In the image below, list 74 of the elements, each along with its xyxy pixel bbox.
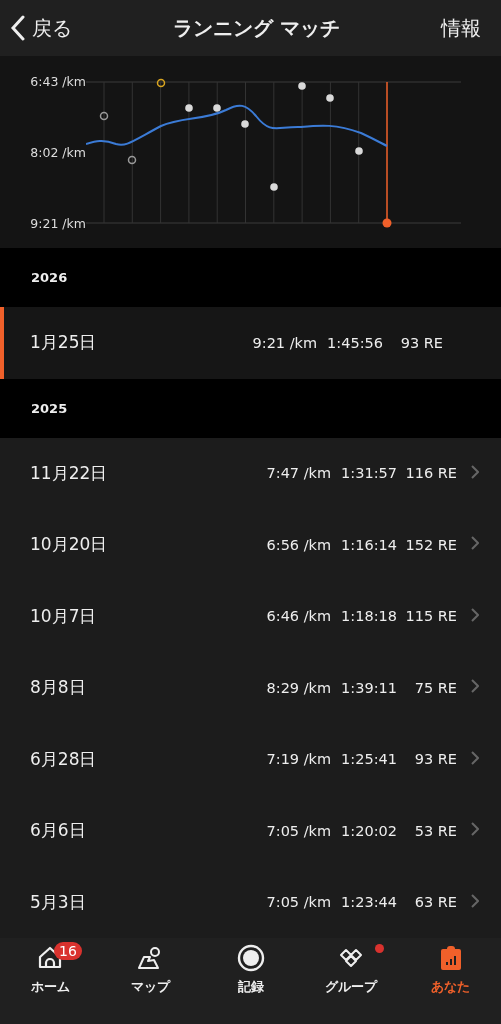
run-pace: 9:21 /km [252, 334, 318, 351]
run-time: 1:16:14 [341, 536, 397, 553]
run-date: 1月25日 [30, 331, 98, 355]
tab-button[interactable]: 16 ホーム [0, 944, 101, 1024]
chevron-icon [471, 822, 479, 837]
run-pace: 8:29 /km [266, 679, 332, 696]
run-time: 1:45:56 [327, 334, 383, 351]
chevron-icon [471, 893, 479, 908]
run-date: 10月20日 [30, 533, 109, 557]
tab-button[interactable]: 記録 [200, 944, 301, 1024]
run-score: 115 RE [404, 608, 457, 625]
info-link[interactable]: 情報 [441, 14, 481, 42]
data-point [241, 120, 249, 128]
screen-title: ランニング マッチ [172, 14, 341, 42]
run-row[interactable]: 6月6日 7:05 /km 1:20:02 53 RE [0, 795, 501, 867]
chevron-icon [471, 750, 479, 765]
run-row[interactable]: 8月8日 8:29 /km 1:39:11 75 RE [0, 652, 501, 724]
run-score: 93 RE [399, 334, 443, 351]
run-row[interactable]: 10月7日 6:46 /km 1:18:18 115 RE [0, 580, 501, 652]
data-point [270, 183, 278, 191]
chevron-icon [471, 607, 479, 622]
run-date: 5月3日 [30, 890, 87, 914]
run-time: 1:20:02 [341, 822, 397, 839]
run-pace: 7:05 /km [266, 822, 332, 839]
run-score: 75 RE [413, 679, 457, 696]
data-point [185, 104, 193, 112]
data-point [156, 78, 166, 88]
run-pace: 6:46 /km [266, 608, 332, 625]
y-axis-label: 6:43 /km [30, 74, 86, 89]
run-date: 8月8日 [30, 676, 87, 700]
notification-badge: 16 [54, 942, 82, 960]
tab-button[interactable]: あなた [400, 944, 501, 1024]
back-icon [10, 15, 26, 41]
data-point [326, 94, 334, 102]
run-row[interactable]: 1月25日 9:21 /km 1:45:56 93 RE [0, 307, 501, 379]
year-header: 2026 [31, 270, 68, 285]
data-point [355, 147, 363, 155]
run-time: 1:23:44 [341, 894, 397, 911]
chevron-icon [471, 679, 479, 694]
run-date: 6月6日 [30, 819, 87, 843]
year-header: 2025 [31, 400, 68, 416]
data-point [99, 111, 109, 121]
run-row[interactable]: 6月28日 7:19 /km 1:25:41 93 RE [0, 723, 501, 795]
run-date: 6月28日 [30, 747, 98, 771]
data-point [298, 82, 306, 90]
run-pace: 7:19 /km [266, 751, 332, 768]
run-time: 1:18:18 [341, 608, 397, 625]
run-score: 63 RE [413, 894, 457, 911]
run-pace: 7:05 /km [266, 894, 332, 911]
run-score: 53 RE [413, 822, 457, 839]
data-point [127, 155, 137, 165]
chevron-icon [471, 464, 479, 479]
run-row[interactable]: 11月22日 7:47 /km 1:31:57 116 RE [0, 437, 501, 509]
data-point [213, 104, 221, 112]
run-score: 93 RE [413, 751, 457, 768]
run-date: 11月22日 [30, 461, 109, 485]
run-row[interactable]: 10月20日 6:56 /km 1:16:14 152 RE [0, 509, 501, 581]
back-button[interactable]: 戻る [10, 14, 72, 42]
run-time: 1:31:57 [341, 465, 397, 482]
y-axis-label: 9:21 /km [30, 216, 86, 231]
y-axis-label: 8:02 /km [30, 145, 86, 160]
chevron-icon [471, 536, 479, 551]
run-score: 116 RE [404, 465, 457, 482]
run-row[interactable]: 5月3日 7:05 /km 1:23:44 63 RE [0, 866, 501, 938]
tab-button[interactable]: グループ [300, 944, 401, 1024]
run-pace: 7:47 /km [266, 465, 332, 482]
tab-button[interactable]: マップ [100, 944, 201, 1024]
run-time: 1:25:41 [341, 751, 397, 768]
record-icon [236, 944, 265, 972]
run-time: 1:39:11 [341, 679, 397, 696]
run-score: 152 RE [404, 536, 457, 553]
data-point [382, 218, 392, 228]
run-pace: 6:56 /km [266, 536, 332, 553]
run-date: 10月7日 [30, 604, 98, 628]
